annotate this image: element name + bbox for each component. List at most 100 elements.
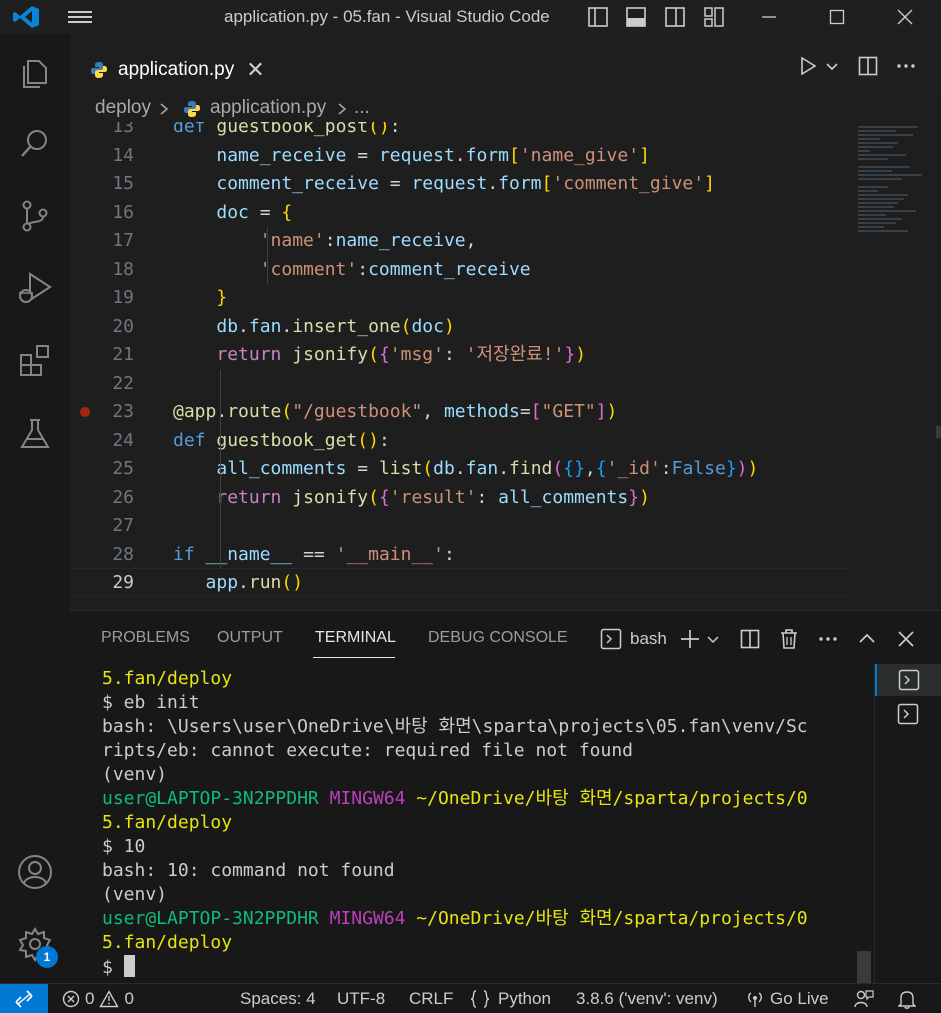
problems-indicator[interactable]: 0 0 (62, 989, 134, 1009)
code-line[interactable]: 25 all_comments = list(db.fan.find({},{'… (70, 455, 850, 483)
python-interpreter-indicator[interactable]: 3.8.6 ('venv': venv) (576, 989, 718, 1009)
line-number: 27 (112, 515, 134, 536)
code-line[interactable]: 19 } (70, 284, 850, 312)
code-text: db.fan.insert_one(doc) (216, 315, 455, 337)
breadcrumb-file[interactable]: application.py (210, 97, 326, 119)
code-text: @app.route("/guestbook", methods=["GET"]… (173, 401, 618, 422)
code-line[interactable]: 18 'comment':comment_receive (70, 256, 850, 284)
manage-settings-button[interactable] (0, 914, 70, 974)
terminal-scrollbar[interactable] (857, 951, 871, 984)
breadcrumb-folder[interactable]: deploy (95, 97, 151, 119)
maximize-button[interactable] (814, 0, 860, 34)
code-text: } (216, 287, 228, 308)
minimap-line (858, 198, 904, 200)
explorer-button[interactable] (0, 44, 70, 104)
feedback-button[interactable] (854, 989, 874, 1009)
toggle-panel-icon[interactable] (625, 6, 647, 28)
testing-button[interactable] (0, 404, 70, 464)
code-line[interactable]: 17 'name':name_receive, (70, 227, 850, 255)
source-control-button[interactable] (0, 186, 70, 246)
code-line[interactable]: 13 def guestbook_post(): (70, 122, 850, 141)
search-icon (21, 130, 47, 157)
line-number: 28 (112, 543, 134, 565)
split-terminal-button[interactable] (740, 627, 760, 651)
terminal-line: $ eb init (102, 692, 200, 713)
split-editor-button[interactable] (858, 54, 878, 78)
code-editor[interactable]: 13 def guestbook_post(): 14 name_receive =… (70, 122, 941, 610)
trash-icon (781, 629, 797, 649)
tab-close-icon[interactable]: ✕ (246, 57, 264, 83)
close-panel-button[interactable] (897, 627, 915, 651)
split-icon (740, 629, 760, 649)
tab-problems[interactable]: PROBLEMS (101, 629, 190, 647)
chevron-right-icon (338, 103, 347, 115)
code-text: if __name__ == '__main__': (173, 543, 455, 565)
close-window-button[interactable] (882, 0, 928, 34)
split-editor-icon (858, 56, 878, 76)
kill-terminal-button[interactable] (779, 627, 799, 651)
code-line[interactable]: 28 if __name__ == '__main__': (70, 541, 850, 569)
tab-terminal[interactable]: TERMINAL (315, 629, 396, 647)
accounts-button[interactable] (0, 842, 70, 902)
code-line[interactable]: 14 name_receive = request.form['name_giv… (70, 142, 850, 170)
breadcrumb: deploy application.py ... (70, 96, 941, 122)
code-line[interactable]: 29 app.run() (70, 569, 850, 597)
minimap-line (858, 174, 922, 176)
terminal-instance-2[interactable] (875, 698, 941, 730)
terminal-output[interactable]: 5.fan/deploy $ eb init bash: \Users\user\O… (102, 667, 870, 984)
language-mode-indicator[interactable]: Python (470, 989, 551, 1009)
go-live-button[interactable]: Go Live (746, 989, 829, 1009)
code-line[interactable]: 24 def guestbook_get(): (70, 427, 850, 455)
run-debug-button[interactable] (0, 258, 70, 318)
encoding-indicator[interactable]: UTF-8 (337, 989, 385, 1009)
code-line[interactable]: 26 return jsonify({'result': all_comment… (70, 484, 850, 512)
code-text: 'comment':comment_receive (259, 258, 531, 280)
remote-indicator-button[interactable] (0, 984, 48, 1013)
tab-application-py[interactable]: application.py ✕ (70, 42, 278, 96)
terminal-shell-selector[interactable]: bash (600, 627, 667, 651)
line-number: 23 (112, 401, 134, 422)
new-terminal-button[interactable] (680, 627, 720, 651)
terminal-line: user@LAPTOP-3N2PPDHR MINGW64 ~/OneDrive/… (102, 908, 808, 929)
run-python-button[interactable] (798, 54, 840, 78)
extensions-button[interactable] (0, 330, 70, 390)
go-live-label: Go Live (770, 989, 829, 1008)
tab-debug-console[interactable]: DEBUG CONSOLE (428, 629, 568, 647)
editor-tabs: application.py ✕ (70, 34, 941, 96)
toggle-secondary-sidebar-icon[interactable] (664, 6, 686, 28)
customize-layout-icon[interactable] (703, 6, 725, 28)
vscode-logo-icon (13, 6, 39, 28)
line-number: 29 (112, 572, 134, 593)
terminal-instance-1[interactable] (875, 664, 941, 696)
terminal-line: bash: \Users\user\OneDrive\바탕 화면\sparta\… (102, 716, 808, 737)
tab-output[interactable]: OUTPUT (217, 629, 283, 647)
minimap[interactable] (850, 122, 941, 610)
code-line[interactable]: 21 return jsonify({'msg': '저장완료!'}) (70, 341, 850, 369)
minimap-line (858, 210, 916, 212)
code-line[interactable]: 22 (70, 370, 850, 398)
code-text: app.run() (205, 572, 304, 593)
code-line[interactable]: 20 db.fan.insert_one(doc) (70, 313, 850, 341)
editor-scrollbar[interactable] (936, 426, 941, 438)
terminal-icon (600, 628, 622, 650)
line-number: 14 (112, 144, 134, 166)
more-actions-button[interactable] (896, 54, 916, 78)
menu-hamburger-icon[interactable] (66, 8, 94, 26)
warning-count: 0 (124, 989, 134, 1008)
indentation-indicator[interactable]: Spaces: 4 (240, 989, 316, 1009)
code-line[interactable]: 27 (70, 512, 850, 540)
search-button[interactable] (0, 114, 70, 174)
panel-more-actions-button[interactable] (818, 627, 838, 651)
eol-indicator[interactable]: CRLF (409, 989, 453, 1009)
remote-icon (15, 990, 33, 1008)
notifications-button[interactable] (898, 989, 916, 1009)
code-line[interactable]: 15 comment_receive = request.form['comme… (70, 170, 850, 198)
minimize-button[interactable] (746, 0, 792, 34)
code-line[interactable]: 23 @app.route("/guestbook", methods=["GET… (70, 398, 850, 426)
maximize-panel-button[interactable] (858, 627, 876, 651)
breadcrumb-symbol[interactable]: ... (354, 97, 370, 119)
code-line[interactable]: 16 doc = { (70, 199, 850, 227)
minimap-line (858, 138, 880, 140)
toggle-primary-sidebar-icon[interactable] (587, 6, 609, 28)
tab-label: application.py (118, 58, 235, 80)
